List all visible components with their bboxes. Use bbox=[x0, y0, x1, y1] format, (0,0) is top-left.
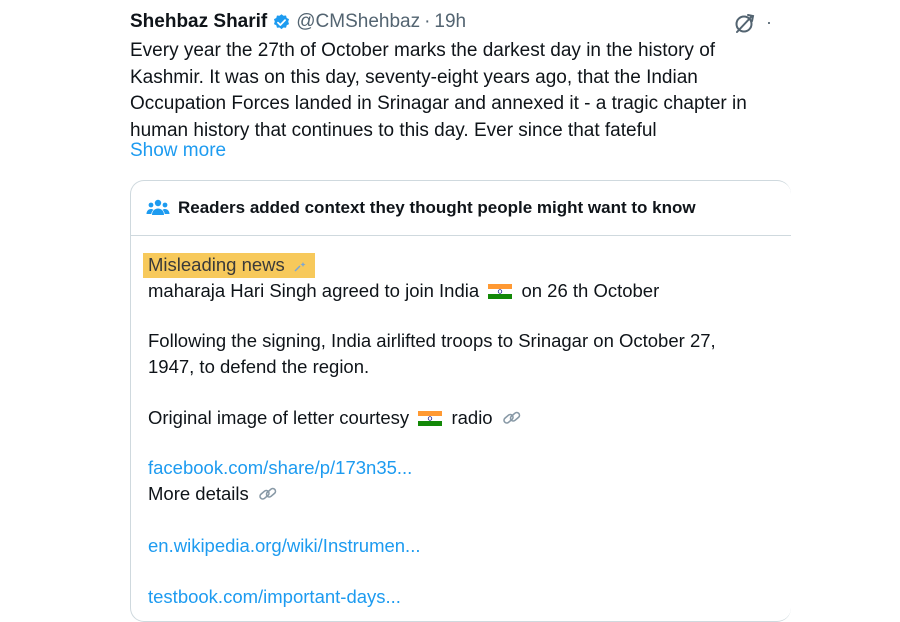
sparkle-icon bbox=[294, 262, 306, 272]
more-details-text: More details bbox=[148, 483, 249, 504]
community-note-header[interactable]: Readers added context they thought peopl… bbox=[131, 181, 791, 236]
timestamp[interactable]: 19h bbox=[434, 11, 466, 33]
india-flag-icon bbox=[418, 411, 443, 426]
note-line-accession: maharaja Hari Singh agreed to join India… bbox=[148, 280, 659, 302]
tweet-header: Shehbaz Sharif @CMShehbaz · 19h bbox=[130, 9, 466, 35]
note-para2-line1: Following the signing, India airlifted t… bbox=[148, 330, 716, 351]
community-note: Readers added context they thought peopl… bbox=[130, 180, 791, 622]
wikipedia-link[interactable]: en.wikipedia.org/wiki/Instrumen... bbox=[148, 535, 420, 557]
show-more-link[interactable]: Show more bbox=[130, 140, 226, 162]
verified-badge-icon bbox=[274, 13, 290, 29]
accession-text: maharaja Hari Singh agreed to join India bbox=[148, 280, 480, 301]
misleading-highlight: Misleading news bbox=[143, 253, 315, 278]
community-note-title: Readers added context they thought peopl… bbox=[178, 198, 696, 217]
india-flag-icon bbox=[488, 284, 513, 299]
link-icon[interactable] bbox=[502, 409, 522, 427]
people-icon bbox=[146, 199, 170, 215]
radio-text: radio bbox=[451, 407, 493, 428]
tweet-text: Every year the 27th of October marks the… bbox=[130, 38, 790, 144]
author-name[interactable]: Shehbaz Sharif bbox=[130, 11, 267, 33]
letter-text: Original image of letter courtesy bbox=[148, 407, 410, 428]
grok-icon[interactable] bbox=[732, 11, 758, 37]
testbook-link[interactable]: testbook.com/important-days... bbox=[148, 586, 401, 608]
more-details-line: More details bbox=[148, 483, 278, 505]
separator-dot: · bbox=[424, 11, 431, 32]
facebook-link[interactable]: facebook.com/share/p/173n35... bbox=[148, 457, 412, 479]
note-letter-line: Original image of letter courtesy radio bbox=[148, 407, 522, 429]
tweet-text-line: human history that continues to this day… bbox=[130, 119, 657, 141]
tweet-text-line: Every year the 27th of October marks the… bbox=[130, 40, 716, 61]
author-handle[interactable]: @CMShehbaz bbox=[296, 11, 420, 33]
tweet-text-line: Kashmir. It was on this day, seventy-eig… bbox=[130, 66, 698, 88]
link-icon[interactable] bbox=[258, 485, 278, 503]
accession-date-text: on 26 th October bbox=[521, 280, 660, 301]
tweet-text-line: Occupation Forces landed in Srinagar and… bbox=[130, 93, 747, 114]
tweet: Shehbaz Sharif @CMShehbaz · 19h · Every … bbox=[130, 0, 800, 622]
more-options-button[interactable]: · bbox=[766, 12, 772, 33]
note-para2-line2: 1947, to defend the region. bbox=[148, 356, 370, 377]
misleading-label: Misleading news bbox=[148, 254, 285, 275]
